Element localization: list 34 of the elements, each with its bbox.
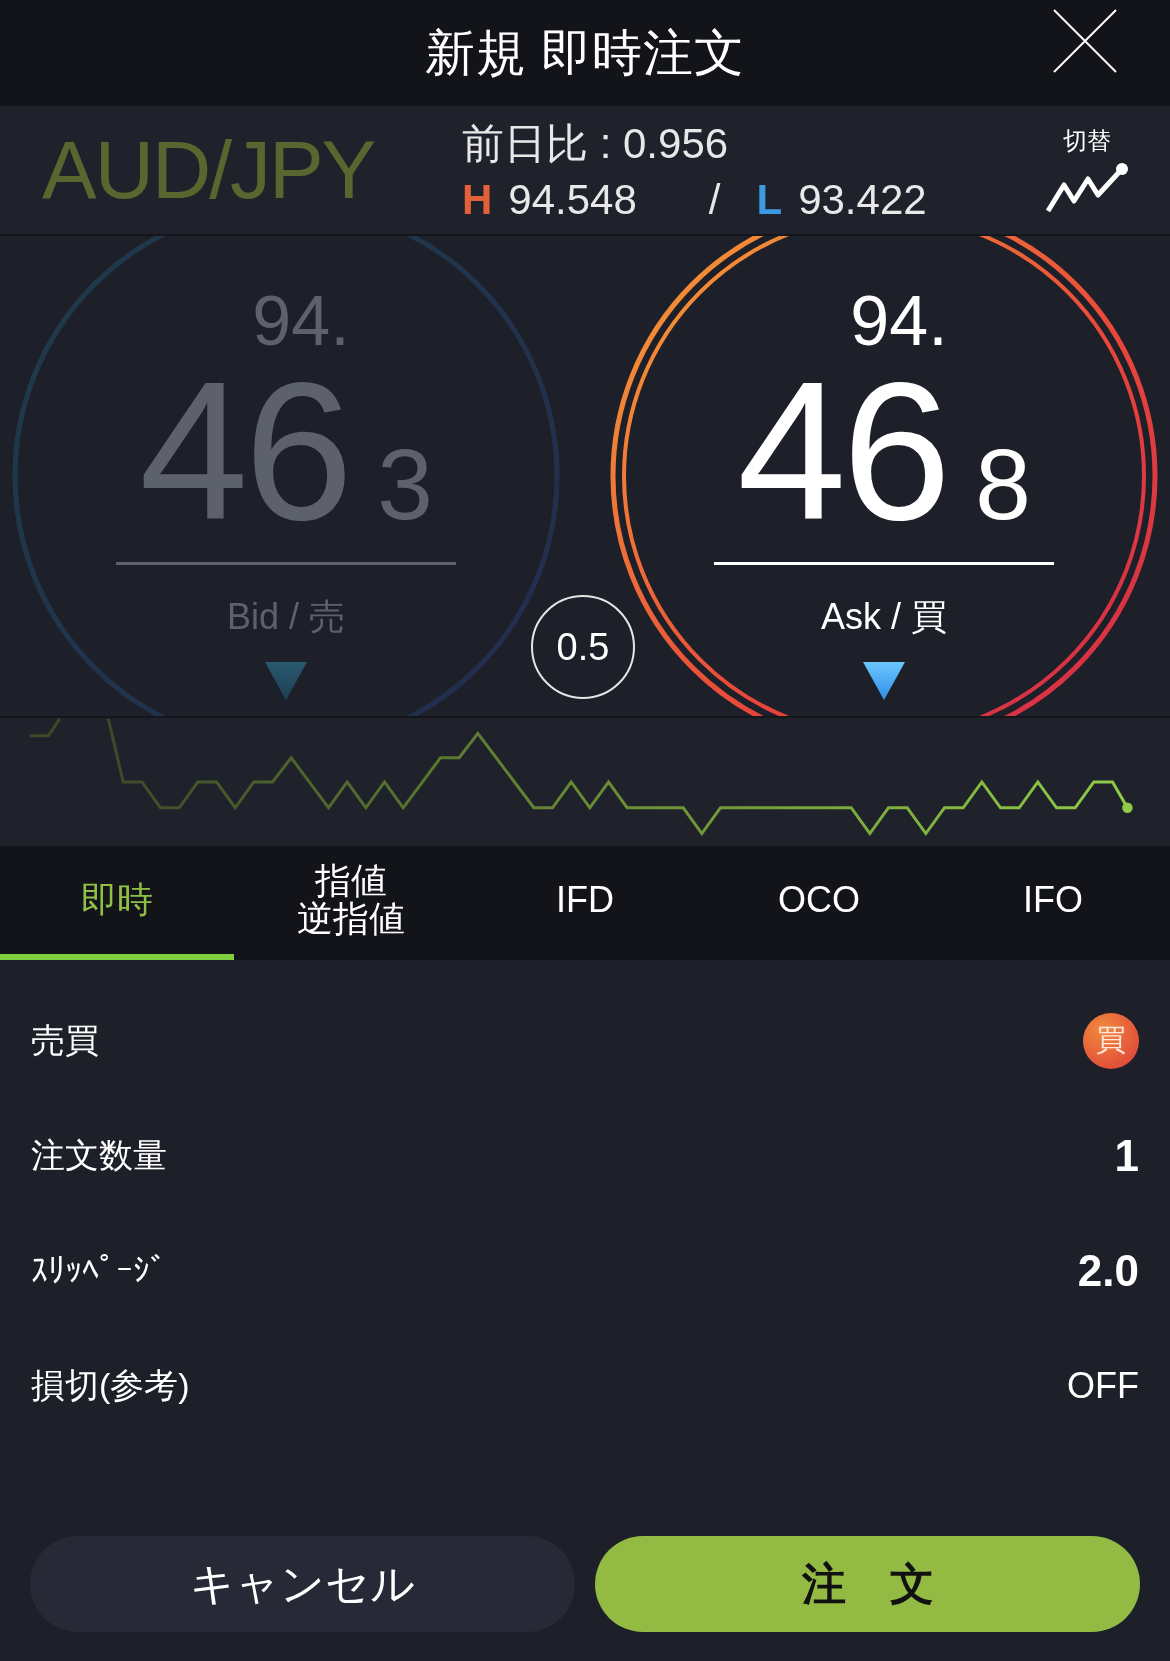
order-type-tab[interactable]: 指値 逆指値 — [234, 846, 468, 960]
quote-label: Ask / 買 — [821, 595, 947, 639]
field-label: 売買 — [31, 1019, 99, 1061]
currency-pair: AUD/JPY — [42, 123, 376, 217]
triangle-icon — [863, 662, 905, 700]
close-button[interactable] — [1052, 8, 1118, 74]
order-type-tab[interactable]: IFO — [936, 846, 1170, 960]
price-prefix: 94. — [850, 286, 948, 356]
low-mark: L — [756, 176, 783, 224]
order-type-tab[interactable]: OCO — [702, 846, 936, 960]
price-pip: 3 — [377, 427, 433, 542]
price-prefix: 94. — [252, 286, 350, 356]
field-value[interactable]: OFF — [1067, 1364, 1139, 1407]
quote-label: Bid / 売 — [226, 595, 345, 639]
field-value[interactable]: 2.0 — [1077, 1245, 1139, 1296]
price-main[interactable]: 46 — [737, 364, 948, 540]
cancel-button[interactable]: キャンセル — [30, 1536, 575, 1632]
order-type-tab[interactable]: 即時 — [0, 846, 234, 960]
field-label: ｽﾘｯﾍﾟｰｼﾞ — [31, 1251, 167, 1290]
chart-toggle-button[interactable]: 切替 — [1044, 125, 1130, 215]
window-title: 新規 即時注文 — [424, 23, 746, 83]
separator: / — [708, 176, 721, 224]
high-mark: H — [462, 176, 493, 224]
price-pip: 8 — [975, 427, 1031, 542]
field-label: 注文数量 — [31, 1134, 167, 1176]
field-value[interactable]: 1 — [1114, 1130, 1139, 1181]
daily-change: 前日比 : 0.956 — [462, 119, 730, 169]
high-price: 94.548 — [508, 176, 637, 224]
low-price: 93.422 — [798, 176, 927, 224]
order-button[interactable]: 注 文 — [595, 1536, 1140, 1632]
field-label: 損切(参考) — [31, 1364, 190, 1406]
triangle-icon — [265, 662, 307, 700]
order-type-tab[interactable]: IFD — [468, 846, 702, 960]
spread-value: 0.5 — [531, 595, 635, 699]
